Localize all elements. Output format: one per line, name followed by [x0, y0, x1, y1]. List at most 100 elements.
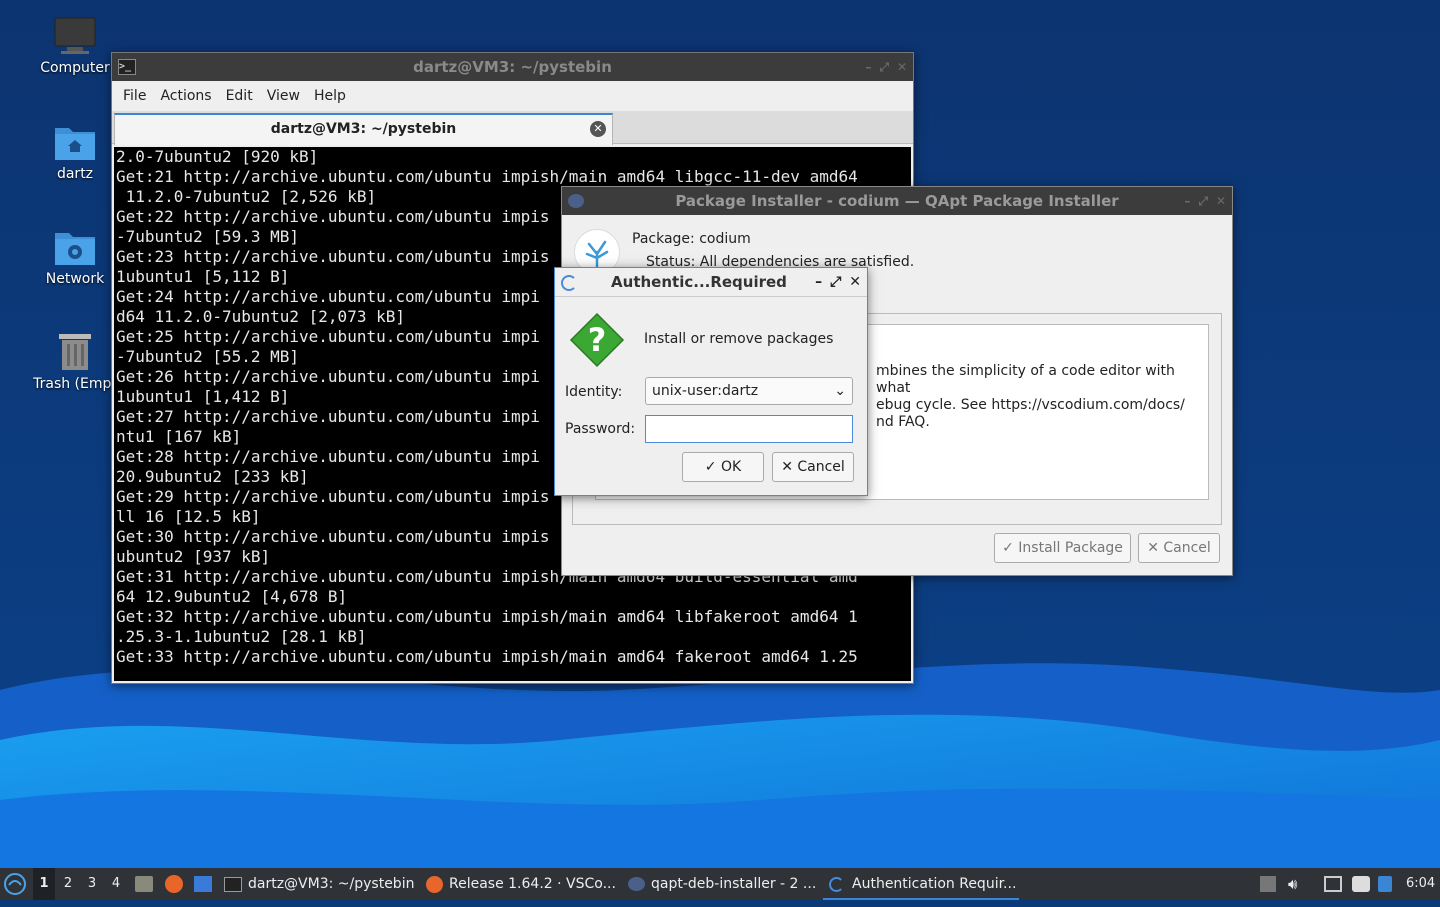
- qapt-cancel-button[interactable]: ✕ Cancel: [1138, 533, 1220, 563]
- package-label: Package:: [632, 231, 695, 247]
- show-desktop-icon[interactable]: [194, 876, 212, 892]
- auth-titlebar[interactable]: Authentic...Required – ⤢ ✕: [555, 268, 867, 297]
- description-line: mbines the simplicity of a code editor w…: [876, 363, 1175, 396]
- workspace-1[interactable]: 1: [33, 868, 55, 900]
- file-manager-launcher-icon[interactable]: [135, 876, 153, 892]
- package-name: codium: [699, 231, 751, 247]
- volume-icon[interactable]: 🔊︎: [1288, 876, 1304, 892]
- menu-view[interactable]: View: [260, 88, 307, 104]
- task-terminal[interactable]: dartz@VM3: ~/pystebin: [224, 868, 414, 900]
- start-menu-button[interactable]: [4, 868, 26, 900]
- close-icon[interactable]: ✕: [1216, 187, 1226, 215]
- password-field[interactable]: [645, 415, 853, 443]
- terminal-line: 64 12.9ubuntu2 [4,678 B]: [116, 587, 348, 606]
- tab-close-icon[interactable]: ✕: [590, 121, 606, 137]
- desktop-icon-label: Trash (Empt: [33, 376, 117, 392]
- task-label: Authentication Requir...: [852, 876, 1017, 892]
- description-line: nd FAQ.: [876, 414, 930, 430]
- terminal-tabbar: dartz@VM3: ~/pystebin ✕: [112, 111, 913, 145]
- svg-text:?: ?: [588, 321, 607, 359]
- task-label: qapt-deb-installer - 2 ...: [651, 876, 817, 892]
- cancel-label: Cancel: [797, 459, 845, 475]
- firefox-launcher-icon[interactable]: [165, 875, 183, 893]
- terminal-app-icon: >_: [118, 59, 136, 75]
- question-icon: ?: [569, 312, 625, 368]
- maximize-icon[interactable]: ⤢: [830, 268, 841, 296]
- menu-file[interactable]: File: [116, 88, 153, 104]
- close-icon[interactable]: ✕: [849, 268, 861, 296]
- terminal-task-icon: [224, 876, 242, 892]
- task-label: dartz@VM3: ~/pystebin: [248, 876, 415, 892]
- terminal-line: Get:32 http://archive.ubuntu.com/ubuntu …: [116, 607, 858, 626]
- computer-icon: [54, 17, 96, 54]
- update-notifier-icon[interactable]: [1260, 876, 1276, 892]
- clock[interactable]: 6:04: [1406, 868, 1435, 900]
- network-status-icon[interactable]: [1324, 876, 1342, 892]
- task-authentication[interactable]: Authentication Requir...: [823, 868, 1019, 900]
- desktop-icon-label: dartz: [56, 166, 94, 182]
- lubuntu-logo-icon: [4, 873, 26, 895]
- identity-select[interactable]: unix-user:dartz ⌄: [645, 377, 853, 405]
- firefox-task-icon: [426, 875, 443, 893]
- terminal-menubar: File Actions Edit View Help: [112, 81, 913, 111]
- network-folder-icon: [55, 233, 95, 265]
- window-title: dartz@VM3: ~/pystebin: [413, 58, 612, 76]
- terminal-line: .25.3-1.1ubuntu2 [28.1 kB]: [116, 627, 367, 646]
- window-title: Package Installer - codium — QApt Packag…: [675, 192, 1119, 210]
- auth-task-icon: [829, 876, 844, 892]
- menu-edit[interactable]: Edit: [219, 88, 260, 104]
- dialog-title: Authentic...Required: [611, 273, 787, 291]
- maximize-icon[interactable]: ⤢: [879, 53, 889, 81]
- tab-label: dartz@VM3: ~/pystebin: [270, 121, 457, 137]
- terminal-line: 2.0-7ubuntu2 [920 kB]: [116, 147, 319, 166]
- check-icon: ✓: [704, 459, 717, 475]
- close-icon[interactable]: ✕: [897, 53, 907, 81]
- terminal-titlebar[interactable]: >_ dartz@VM3: ~/pystebin – ⤢ ✕: [112, 53, 913, 81]
- task-label: Release 1.64.2 · VSCo...: [449, 876, 616, 892]
- install-package-label: Install Package: [1018, 540, 1123, 556]
- workspace-4[interactable]: 4: [105, 868, 127, 900]
- auth-app-icon: [561, 275, 577, 291]
- task-qapt[interactable]: qapt-deb-installer - 2 ...: [628, 868, 816, 900]
- cancel-x-icon: ✕: [1147, 540, 1159, 556]
- desktop-icon-network[interactable]: Network: [29, 227, 121, 287]
- identity-value: unix-user:dartz: [652, 383, 759, 399]
- auth-cancel-button[interactable]: ✕ Cancel: [772, 452, 854, 482]
- authentication-dialog[interactable]: Authentic...Required – ⤢ ✕ ? Install or …: [554, 267, 868, 496]
- description-line: ebug cycle. See https://vscodium.com/doc…: [876, 397, 1185, 413]
- terminal-line: Get:33 http://archive.ubuntu.com/ubuntu …: [116, 647, 858, 666]
- workspace-3[interactable]: 3: [81, 868, 103, 900]
- minimize-icon[interactable]: –: [865, 53, 871, 81]
- clipboard-icon[interactable]: [1352, 876, 1370, 892]
- check-icon: ✓: [1002, 540, 1014, 556]
- notification-icon[interactable]: [1378, 876, 1392, 892]
- task-firefox[interactable]: Release 1.64.2 · VSCo...: [426, 868, 616, 900]
- desktop-icon-trash[interactable]: Trash (Empt: [29, 332, 121, 392]
- desktop-icon-home[interactable]: dartz: [29, 122, 121, 182]
- desktop-icon-computer[interactable]: Computer: [29, 16, 121, 76]
- desktop-icon-label: Computer: [40, 60, 110, 76]
- menu-help[interactable]: Help: [307, 88, 353, 104]
- desktop-icon-label: Network: [45, 271, 105, 287]
- install-package-button[interactable]: ✓ Install Package: [994, 533, 1131, 563]
- minimize-icon[interactable]: –: [1184, 187, 1190, 215]
- auth-message: Install or remove packages: [644, 331, 834, 347]
- identity-label: Identity:: [565, 384, 623, 400]
- maximize-icon[interactable]: ⤢: [1198, 187, 1208, 215]
- cancel-label: Cancel: [1163, 540, 1211, 556]
- qapt-task-icon: [628, 877, 645, 891]
- terminal-tab[interactable]: dartz@VM3: ~/pystebin ✕: [114, 113, 613, 145]
- qapt-app-icon: [568, 194, 584, 208]
- menu-actions[interactable]: Actions: [153, 88, 218, 104]
- home-folder-icon: [55, 128, 95, 160]
- chevron-down-icon: ⌄: [834, 383, 846, 399]
- ok-label: OK: [720, 459, 742, 475]
- cancel-x-icon: ✕: [781, 459, 793, 475]
- package-line: Package: codium: [632, 231, 751, 247]
- package-installer-titlebar[interactable]: Package Installer - codium — QApt Packag…: [562, 187, 1232, 215]
- minimize-icon[interactable]: –: [815, 268, 822, 296]
- workspace-2[interactable]: 2: [57, 868, 79, 900]
- password-label: Password:: [565, 421, 636, 437]
- trash-icon: [59, 334, 91, 370]
- ok-button[interactable]: ✓ OK: [682, 452, 764, 482]
